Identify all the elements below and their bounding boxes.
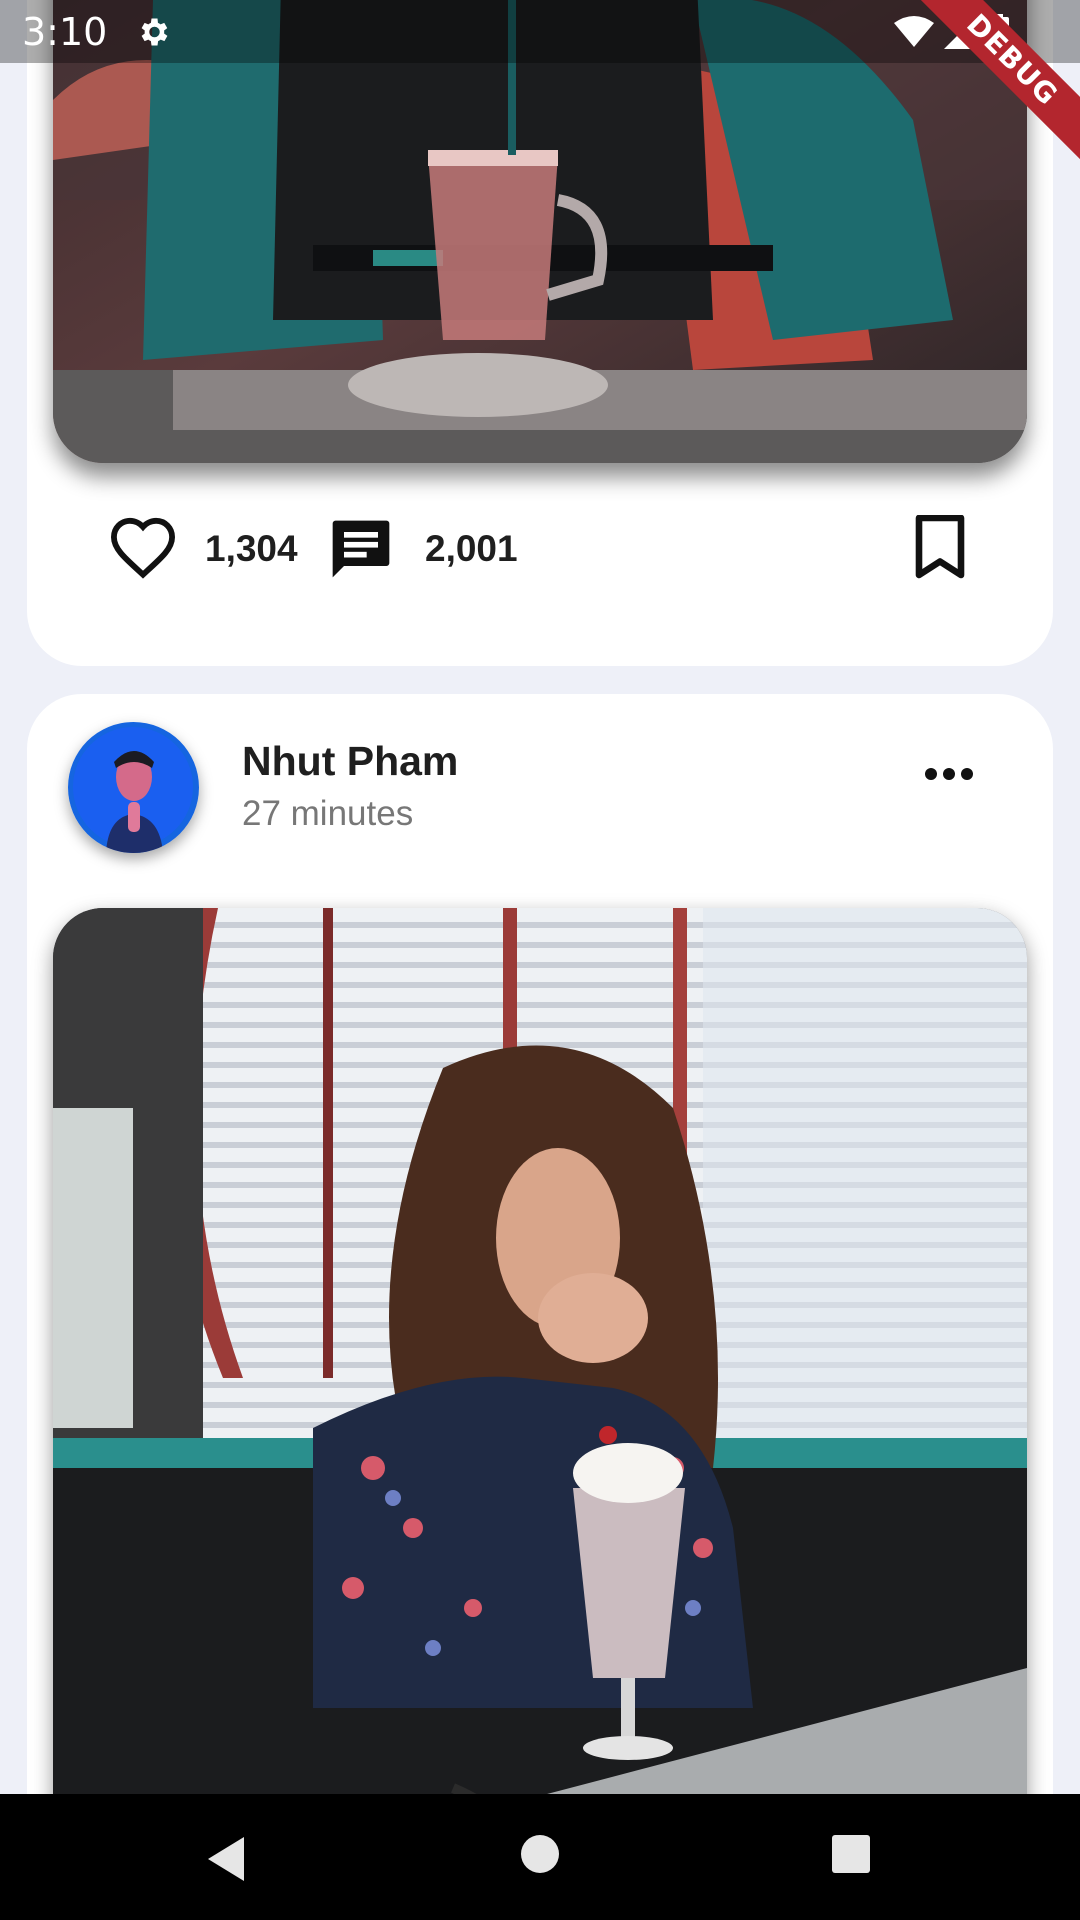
author-name[interactable]: Nhut Pham — [242, 738, 458, 785]
photo-woman-milkshake — [53, 908, 1027, 1908]
post-card-2: Nhut Pham 27 minutes — [27, 694, 1053, 1920]
avatar[interactable] — [68, 722, 199, 853]
debug-label: DEBUG — [911, 0, 1080, 161]
like-count: 1,304 — [205, 528, 298, 569]
app-screen: 3:10 DEBUG 1,304 2,001 Nhut Pham 27 minu… — [0, 0, 1080, 1920]
heart-icon[interactable] — [107, 515, 179, 579]
back-icon[interactable] — [204, 1834, 250, 1884]
post-2-photo[interactable] — [53, 908, 1027, 1908]
post-time: 27 minutes — [242, 794, 414, 833]
photo-diner-drink — [53, 0, 1027, 463]
navigation-bar — [0, 1794, 1080, 1920]
gear-icon — [141, 18, 168, 45]
bookmark-icon[interactable] — [912, 515, 968, 581]
debug-banner: DEBUG — [910, 0, 1080, 170]
more-icon[interactable] — [925, 764, 973, 784]
post-1-actions: 1,304 2,001 — [27, 510, 1053, 590]
post-1-photo[interactable] — [53, 0, 1027, 463]
avatar-image — [68, 722, 199, 853]
post-card-1: 1,304 2,001 — [27, 0, 1053, 666]
comment-count: 2,001 — [425, 528, 518, 569]
status-time: 3:10 — [22, 9, 108, 54]
comment-icon[interactable] — [327, 515, 395, 583]
home-icon[interactable] — [520, 1834, 560, 1874]
recents-icon[interactable] — [831, 1834, 871, 1874]
